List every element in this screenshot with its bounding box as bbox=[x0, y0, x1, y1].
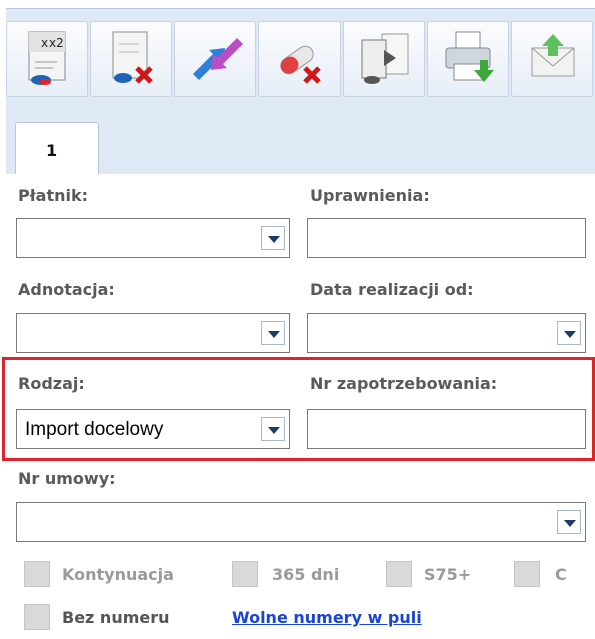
delete-medication-button[interactable] bbox=[258, 21, 341, 97]
adnotacja-label: Adnotacja: bbox=[18, 280, 115, 299]
nr-umowy-select[interactable] bbox=[16, 502, 586, 542]
kontynuacja-label: Kontynuacja bbox=[62, 565, 174, 584]
delete-document-button[interactable] bbox=[90, 21, 173, 97]
swap-arrows-icon bbox=[193, 38, 244, 80]
envelope-icon bbox=[531, 34, 575, 77]
print-document-button[interactable] bbox=[426, 21, 509, 97]
chevron-down-icon[interactable] bbox=[261, 417, 285, 441]
nr-zapotrzebowania-field[interactable] bbox=[307, 409, 586, 449]
365-dni-label: 365 dni bbox=[272, 565, 340, 584]
s75-checkbox[interactable] bbox=[386, 561, 412, 587]
data-realizacji-label: Data realizacji od: bbox=[310, 280, 474, 299]
nr-umowy-label: Nr umowy: bbox=[18, 469, 116, 488]
nr-zapotrzebowania-label: Nr zapotrzebowania: bbox=[310, 374, 498, 393]
pill-delete-icon bbox=[280, 45, 322, 84]
toolbar: x x2 bbox=[6, 8, 595, 108]
rodzaj-label: Rodzaj: bbox=[18, 374, 85, 393]
365-dni-checkbox[interactable] bbox=[232, 561, 258, 587]
svg-text:x: x bbox=[41, 36, 48, 50]
bez-numeru-checkbox[interactable] bbox=[24, 604, 50, 630]
chevron-down-icon[interactable] bbox=[261, 321, 285, 345]
export-document-icon bbox=[361, 33, 409, 84]
swap-transfer-button[interactable] bbox=[174, 21, 257, 97]
delete-document-icon bbox=[112, 31, 153, 84]
uprawnienia-field[interactable] bbox=[307, 218, 586, 258]
tab-label: 1 bbox=[46, 141, 58, 160]
rodzaj-value: Import docelowy bbox=[25, 419, 164, 440]
export-document-button[interactable] bbox=[342, 21, 425, 97]
rodzaj-select[interactable]: Import docelowy bbox=[16, 409, 290, 449]
free-numbers-link[interactable]: Wolne numery w puli bbox=[232, 608, 422, 627]
chevron-down-icon[interactable] bbox=[557, 510, 581, 534]
c-checkbox[interactable] bbox=[514, 561, 540, 587]
send-mail-button[interactable] bbox=[510, 21, 593, 97]
s75-label: S75+ bbox=[424, 565, 472, 584]
duplicate-prescription-button[interactable]: x x2 bbox=[6, 21, 89, 97]
platnik-label: Płatnik: bbox=[18, 186, 89, 205]
chevron-down-icon[interactable] bbox=[261, 226, 285, 250]
svg-text:x2: x2 bbox=[49, 36, 64, 50]
chevron-down-icon[interactable] bbox=[557, 321, 581, 345]
tab-1[interactable]: 1 bbox=[15, 122, 99, 174]
duplicate-prescription-icon: x x2 bbox=[28, 31, 66, 85]
bez-numeru-label: Bez numeru bbox=[62, 608, 170, 627]
data-realizacji-select[interactable] bbox=[307, 313, 586, 353]
kontynuacja-checkbox[interactable] bbox=[24, 561, 50, 587]
tab-strip: 1 bbox=[6, 108, 595, 174]
platnik-select[interactable] bbox=[16, 218, 290, 258]
adnotacja-select[interactable] bbox=[16, 313, 290, 353]
printer-icon bbox=[445, 31, 494, 82]
c-label: C bbox=[555, 565, 567, 584]
uprawnienia-label: Uprawnienia: bbox=[310, 186, 430, 205]
